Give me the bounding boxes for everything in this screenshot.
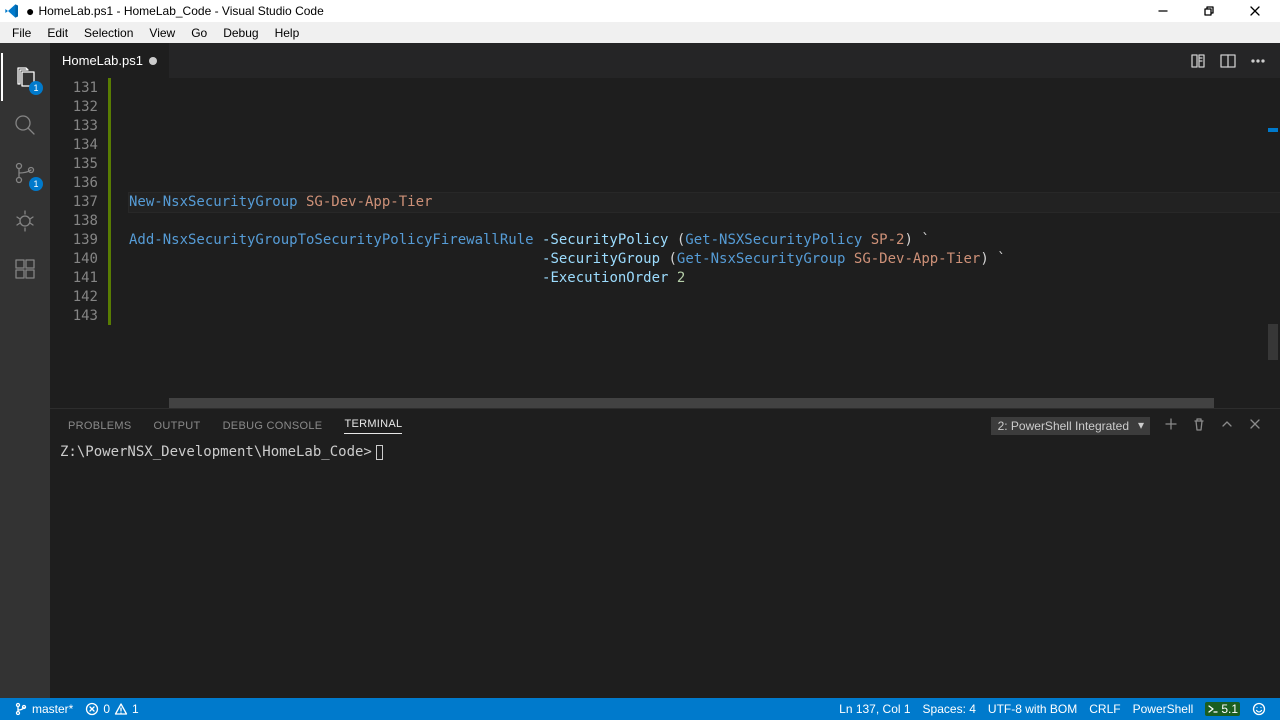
menu-debug[interactable]: Debug [215,24,266,42]
activity-scm[interactable]: 1 [1,149,49,197]
panel-tab-debugconsole[interactable]: DEBUG CONSOLE [223,420,323,432]
activity-search[interactable] [1,101,49,149]
menu-view[interactable]: View [141,24,183,42]
compare-changes-icon[interactable] [1190,53,1206,69]
code-area[interactable]: New-NsxSecurityGroup SG-Dev-App-Tier Add… [111,78,1280,408]
minimize-button[interactable] [1140,0,1186,22]
horizontal-scrollbar[interactable] [111,398,1280,408]
menu-selection[interactable]: Selection [76,24,141,42]
tab-homelab[interactable]: HomeLab.ps1 [50,43,169,78]
explorer-badge: 1 [29,81,43,95]
split-editor-icon[interactable] [1220,53,1236,69]
tab-actions [1190,53,1280,69]
status-problems[interactable]: 0 1 [79,698,144,720]
activitybar: 1 1 [0,43,50,698]
close-panel-icon[interactable] [1248,417,1262,434]
terminal-selector[interactable]: 2: PowerShell Integrated [991,417,1150,435]
maximize-button[interactable] [1186,0,1232,22]
menu-help[interactable]: Help [267,24,308,42]
maximize-panel-icon[interactable] [1220,417,1234,434]
vscode-logo-icon [4,3,20,19]
status-right: Ln 137, Col 1 Spaces: 4 UTF-8 with BOM C… [833,698,1272,720]
menubar: File Edit Selection View Go Debug Help [0,22,1280,43]
tab-modified-icon [149,57,157,65]
panel-tab-problems[interactable]: PROBLEMS [68,420,132,432]
main-area: 1 1 HomeLab.ps1 [0,43,1280,698]
activity-extensions[interactable] [1,245,49,293]
panel-tabs: PROBLEMS OUTPUT DEBUG CONSOLE TERMINAL 2… [50,409,1280,442]
activity-debug[interactable] [1,197,49,245]
modified-dot: ● [26,3,34,19]
status-indent[interactable]: Spaces: 4 [917,698,982,720]
close-button[interactable] [1232,0,1278,22]
panel-tab-output[interactable]: OUTPUT [154,420,201,432]
menu-go[interactable]: Go [183,24,215,42]
scm-badge: 1 [29,177,43,191]
status-branch[interactable]: master* [8,698,79,720]
overview-ruler[interactable] [1266,78,1280,408]
more-actions-icon[interactable] [1250,53,1266,69]
terminal-body[interactable]: Z:\PowerNSX_Development\HomeLab_Code> [50,442,1280,698]
panel-tab-terminal[interactable]: TERMINAL [344,418,402,434]
status-cursor[interactable]: Ln 137, Col 1 [833,698,916,720]
tabbar: HomeLab.ps1 [50,43,1280,78]
new-terminal-icon[interactable] [1164,417,1178,434]
line-gutter: 131132133134135136137138139140141142143 [50,78,108,408]
tab-label: HomeLab.ps1 [62,53,143,68]
menu-file[interactable]: File [4,24,39,42]
status-lang[interactable]: PowerShell [1127,698,1200,720]
status-powershell-version[interactable]: 5.1 [1199,698,1246,720]
titlebar: ● HomeLab.ps1 - HomeLab_Code - Visual St… [0,0,1280,22]
menu-edit[interactable]: Edit [39,24,76,42]
activity-explorer[interactable]: 1 [1,53,49,101]
kill-terminal-icon[interactable] [1192,417,1206,434]
status-eol[interactable]: CRLF [1083,698,1126,720]
status-encoding[interactable]: UTF-8 with BOM [982,698,1083,720]
window-title: HomeLab.ps1 - HomeLab_Code - Visual Stud… [38,4,1140,18]
editor[interactable]: 131132133134135136137138139140141142143 … [50,78,1280,408]
panel: PROBLEMS OUTPUT DEBUG CONSOLE TERMINAL 2… [50,408,1280,698]
editor-content: HomeLab.ps1 1311321331341351361371381391… [50,43,1280,698]
window-controls [1140,0,1278,22]
statusbar: master* 0 1 Ln 137, Col 1 Spaces: 4 UTF-… [0,698,1280,720]
panel-actions: 2: PowerShell Integrated [991,417,1262,435]
terminal-cursor [376,445,383,460]
status-feedback-icon[interactable] [1246,698,1272,720]
terminal-prompt: Z:\PowerNSX_Development\HomeLab_Code> [60,444,372,460]
